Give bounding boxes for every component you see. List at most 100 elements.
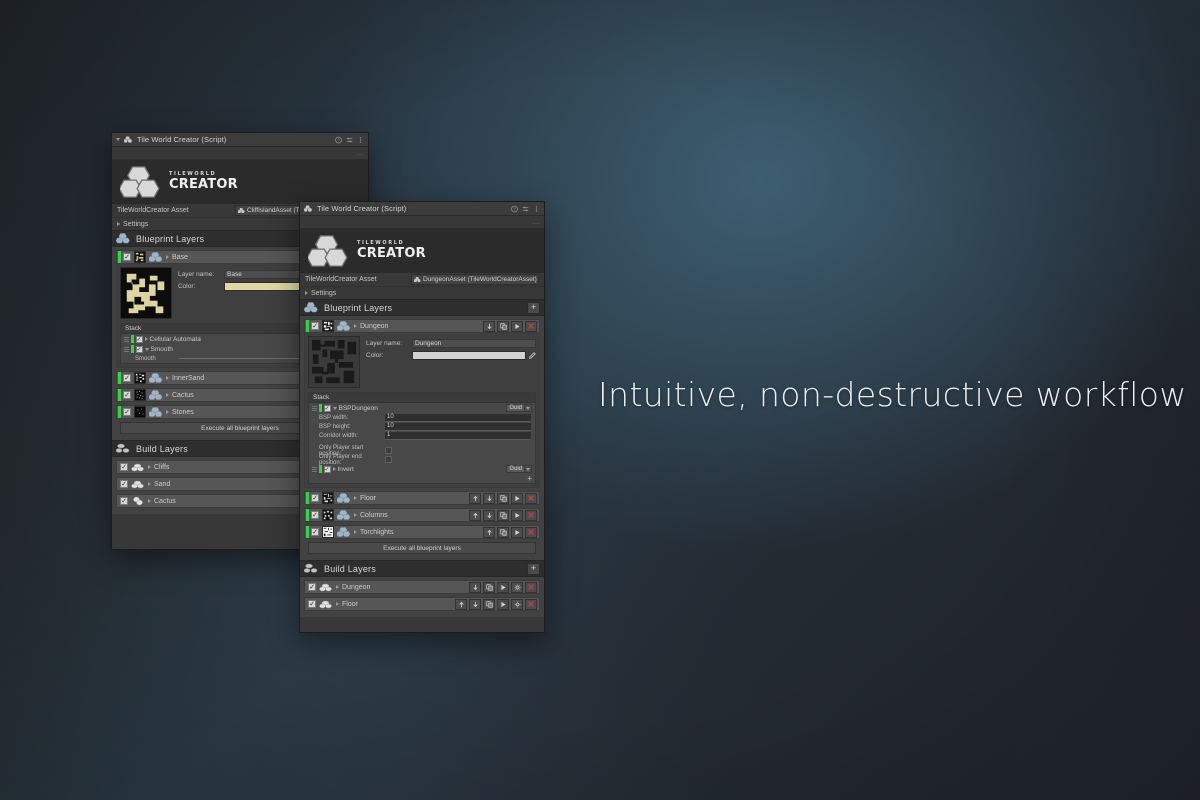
asset-field-row[interactable]: TileWorldCreator Asset DungeonAsset (Til… bbox=[300, 273, 544, 287]
preset-icon[interactable] bbox=[522, 205, 529, 213]
layer-enabled-checkbox[interactable]: ✓ bbox=[123, 253, 131, 261]
property-input[interactable]: 1 bbox=[385, 431, 531, 440]
guid-dropdown[interactable]: Guid bbox=[506, 404, 532, 412]
layer-actions[interactable] bbox=[469, 492, 539, 504]
move-down-button[interactable] bbox=[469, 598, 481, 610]
layer-enabled-checkbox[interactable]: ✓ bbox=[311, 511, 319, 519]
delete-layer-button[interactable] bbox=[525, 581, 537, 593]
drag-handle-icon[interactable] bbox=[124, 346, 129, 352]
execute-layer-button[interactable] bbox=[511, 526, 523, 538]
duplicate-button[interactable] bbox=[497, 492, 509, 504]
asset-object-field[interactable]: DungeonAsset (TileWorldCreatorAsset) bbox=[411, 274, 539, 285]
move-up-button[interactable] bbox=[469, 509, 481, 521]
settings-foldout[interactable]: Settings bbox=[300, 287, 544, 299]
duplicate-button[interactable] bbox=[483, 581, 495, 593]
layer-enabled-checkbox[interactable]: ✓ bbox=[123, 374, 131, 382]
layer-row[interactable]: ✓ Dungeon bbox=[304, 319, 540, 333]
stack-property-row[interactable]: Only Player end position: bbox=[309, 454, 535, 466]
guid-dropdown[interactable]: Guid bbox=[506, 465, 532, 473]
preset-icon[interactable] bbox=[346, 136, 353, 144]
chevron-right-icon[interactable] bbox=[166, 255, 169, 259]
build-layer-row[interactable]: ✓ Dungeon bbox=[304, 580, 540, 594]
chevron-down-icon[interactable] bbox=[525, 465, 532, 473]
help-icon[interactable]: ? bbox=[335, 136, 342, 144]
layer-row[interactable]: ✓ Columns bbox=[304, 508, 540, 522]
layer-actions[interactable] bbox=[483, 526, 539, 538]
layer-actions[interactable] bbox=[483, 320, 539, 332]
layer-color-field-row[interactable]: Color: bbox=[366, 350, 536, 360]
property-checkbox[interactable] bbox=[385, 456, 392, 463]
stack-property-row[interactable]: BSP height: 10 bbox=[309, 422, 535, 431]
layer-enabled-checkbox[interactable]: ✓ bbox=[123, 408, 131, 416]
build-layer-row[interactable]: ✓ Floor bbox=[304, 597, 540, 611]
chevron-right-icon[interactable] bbox=[336, 602, 339, 606]
property-checkbox[interactable] bbox=[385, 447, 392, 454]
panel-titlebar[interactable]: Tile World Creator (Script) ? bbox=[300, 202, 544, 216]
add-build-layer-button[interactable]: + bbox=[527, 562, 540, 575]
move-down-button[interactable] bbox=[469, 581, 481, 593]
stack-enabled-checkbox[interactable]: ✓ bbox=[135, 335, 143, 343]
layer-name-field-row[interactable]: Layer name: Dungeon bbox=[366, 338, 536, 348]
execute-blueprint-layers-button[interactable]: Execute all blueprint layers bbox=[308, 542, 536, 554]
settings-gear-icon[interactable] bbox=[511, 581, 523, 593]
stack-enabled-checkbox[interactable]: ✓ bbox=[323, 465, 331, 473]
chevron-right-icon[interactable] bbox=[336, 585, 339, 589]
chevron-right-icon[interactable] bbox=[354, 530, 357, 534]
build-layer-enabled-checkbox[interactable]: ✓ bbox=[120, 463, 128, 471]
layer-row[interactable]: ✓ Floor bbox=[304, 491, 540, 505]
panel-titlebar[interactable]: Tile World Creator (Script) ? bbox=[112, 133, 368, 147]
execute-layer-button[interactable] bbox=[511, 320, 523, 332]
layer-enabled-checkbox[interactable]: ✓ bbox=[311, 494, 319, 502]
menu-icon[interactable] bbox=[533, 205, 540, 213]
color-swatch[interactable] bbox=[413, 351, 525, 359]
stack-enabled-checkbox[interactable]: ✓ bbox=[135, 345, 143, 353]
execute-layer-button[interactable] bbox=[497, 598, 509, 610]
property-input[interactable]: 10 bbox=[385, 413, 531, 422]
menu-icon[interactable] bbox=[357, 136, 364, 144]
chevron-right-icon[interactable] bbox=[354, 496, 357, 500]
layer-row[interactable]: ✓ Torchlights bbox=[304, 525, 540, 539]
layer-color-picker[interactable] bbox=[412, 350, 526, 360]
chevron-right-icon[interactable] bbox=[354, 324, 357, 328]
build-layer-enabled-checkbox[interactable]: ✓ bbox=[120, 497, 128, 505]
chevron-right-icon[interactable] bbox=[144, 337, 148, 341]
subbar-ellipsis-icon[interactable]: ··· bbox=[533, 220, 541, 228]
delete-layer-button[interactable] bbox=[525, 509, 537, 521]
delete-layer-button[interactable] bbox=[525, 598, 537, 610]
add-stack-item-button[interactable]: + bbox=[527, 475, 532, 483]
move-down-button[interactable] bbox=[483, 509, 495, 521]
build-layer-enabled-checkbox[interactable]: ✓ bbox=[308, 600, 316, 608]
layer-name-input[interactable]: Dungeon bbox=[412, 338, 536, 348]
build-layer-enabled-checkbox[interactable]: ✓ bbox=[120, 480, 128, 488]
chevron-right-icon[interactable] bbox=[332, 467, 336, 471]
duplicate-button[interactable] bbox=[497, 320, 509, 332]
stack-property-row[interactable]: Corridor width: 1 bbox=[309, 431, 535, 440]
chevron-right-icon[interactable] bbox=[166, 410, 169, 414]
delete-layer-button[interactable] bbox=[525, 320, 537, 332]
subbar-ellipsis-icon[interactable]: ··· bbox=[357, 151, 365, 159]
add-blueprint-layer-button[interactable]: + bbox=[527, 301, 540, 314]
chevron-down-icon[interactable] bbox=[525, 404, 532, 412]
execute-layer-button[interactable] bbox=[511, 492, 523, 504]
execute-layer-button[interactable] bbox=[511, 509, 523, 521]
chevron-down-icon[interactable] bbox=[144, 347, 149, 351]
duplicate-button[interactable] bbox=[497, 526, 509, 538]
delete-layer-button[interactable] bbox=[525, 492, 537, 504]
collapse-caret-icon[interactable] bbox=[116, 138, 120, 141]
drag-handle-icon[interactable] bbox=[312, 466, 317, 472]
chevron-right-icon[interactable] bbox=[166, 376, 169, 380]
stack-enabled-checkbox[interactable]: ✓ bbox=[323, 404, 331, 412]
build-layer-enabled-checkbox[interactable]: ✓ bbox=[308, 583, 316, 591]
drag-handle-icon[interactable] bbox=[124, 336, 129, 342]
chevron-down-icon[interactable] bbox=[332, 406, 337, 410]
add-stack-item-row[interactable]: + bbox=[309, 474, 535, 483]
delete-layer-button[interactable] bbox=[525, 526, 537, 538]
layer-enabled-checkbox[interactable]: ✓ bbox=[311, 528, 319, 536]
duplicate-button[interactable] bbox=[497, 509, 509, 521]
settings-gear-icon[interactable] bbox=[511, 598, 523, 610]
property-input[interactable]: 10 bbox=[385, 422, 531, 431]
chevron-right-icon[interactable] bbox=[354, 513, 357, 517]
inspector-panel-dungeon[interactable]: Tile World Creator (Script) ? ··· TILEWO… bbox=[299, 201, 545, 633]
duplicate-button[interactable] bbox=[483, 598, 495, 610]
chevron-right-icon[interactable] bbox=[148, 465, 151, 469]
